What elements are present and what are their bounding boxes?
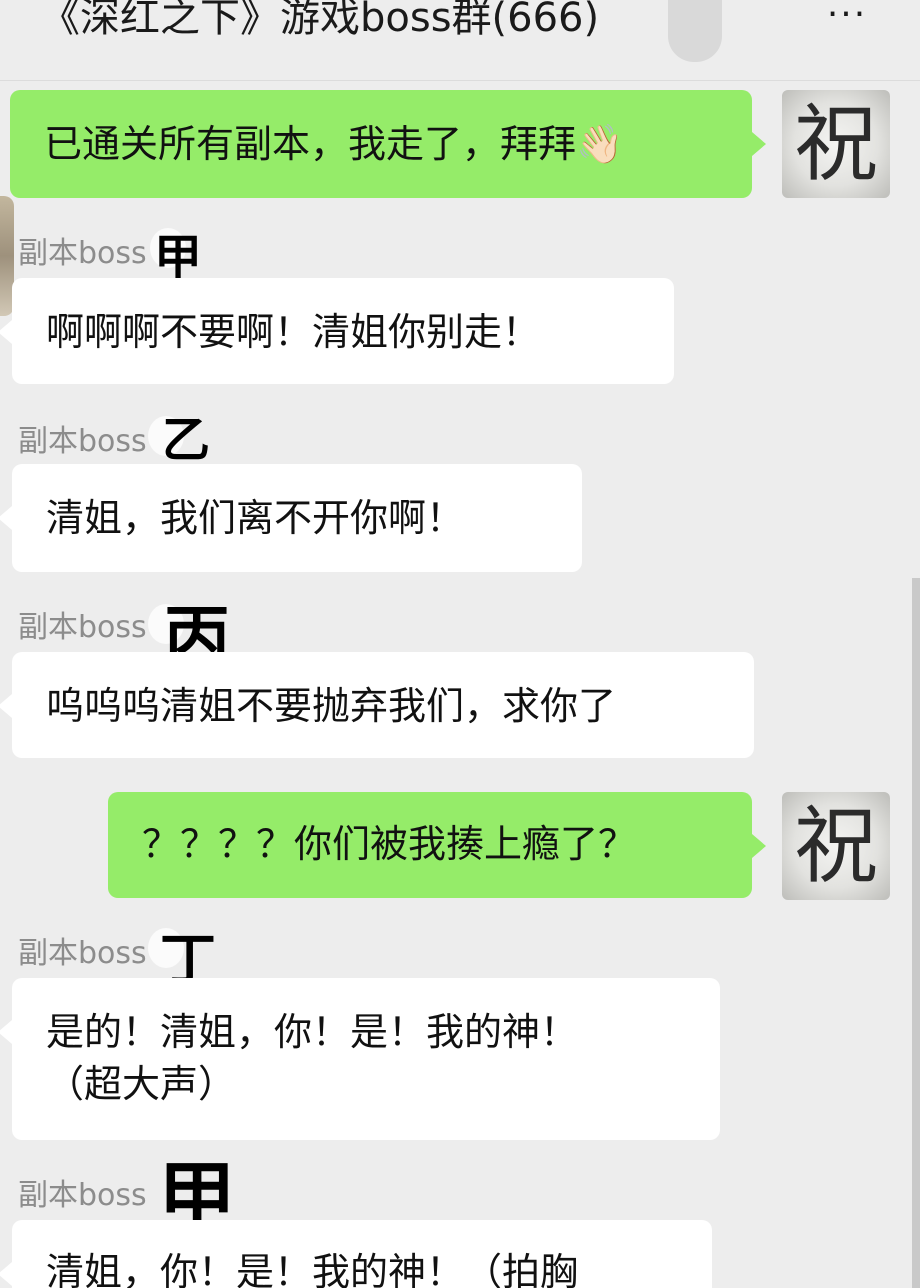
sender-name: 副本boss: [18, 610, 147, 645]
sender-name: 副本boss: [18, 1178, 147, 1213]
message-text: 啊啊啊不要啊！清姐你别走！: [46, 310, 541, 354]
chat-screen: 《深红之下》游戏boss群(666) ··· 已通关所有副本，我走了，拜拜👋🏻 …: [0, 0, 920, 1288]
sender-name: 副本boss: [18, 236, 147, 271]
message-text-line: （超大声）: [46, 1062, 237, 1106]
message-text: 已通关所有副本，我走了，拜拜👋🏻: [44, 122, 624, 166]
message-bubble-outgoing[interactable]: 已通关所有副本，我走了，拜拜👋🏻: [10, 90, 766, 198]
scrollbar[interactable]: [912, 578, 920, 1288]
avatar-character: 祝: [793, 95, 878, 193]
sender-handwritten-mark: 乙: [162, 412, 211, 468]
sender-name: 副本boss: [18, 936, 147, 971]
message-bubble-incoming[interactable]: 呜呜呜清姐不要抛弃我们，求你了: [0, 652, 754, 758]
message-bubble-incoming[interactable]: 清姐，我们离不开你啊！: [0, 464, 582, 572]
message-text: 清姐，我们离不开你啊！: [46, 496, 465, 540]
message-bubble-incoming[interactable]: 是的！清姐，你！是！我的神！ （超大声）: [0, 978, 720, 1140]
chat-title: 《深红之下》游戏boss群(666): [40, 0, 600, 41]
title-blur-mark: [668, 0, 722, 62]
message-bubble-incoming[interactable]: 清姐，你！是！我的神！（拍胸: [0, 1220, 712, 1288]
more-options-button[interactable]: ···: [812, 0, 882, 36]
avatar-character: 祝: [793, 797, 878, 895]
message-text: 呜呜呜清姐不要抛弃我们，求你了: [46, 684, 617, 728]
chat-header: 《深红之下》游戏boss群(666) ···: [0, 0, 920, 81]
my-avatar[interactable]: 祝: [782, 792, 890, 900]
message-text-line: 是的！清姐，你！是！我的神！: [46, 1010, 579, 1054]
message-text: 清姐，你！是！我的神！（拍胸: [46, 1250, 579, 1288]
message-bubble-incoming[interactable]: 啊啊啊不要啊！清姐你别走！: [0, 278, 674, 384]
sender-name: 副本boss: [18, 424, 147, 459]
message-text: ？？？？你们被我揍上瘾了？: [142, 822, 637, 866]
message-bubble-outgoing[interactable]: ？？？？你们被我揍上瘾了？: [108, 792, 766, 898]
my-avatar[interactable]: 祝: [782, 90, 890, 198]
